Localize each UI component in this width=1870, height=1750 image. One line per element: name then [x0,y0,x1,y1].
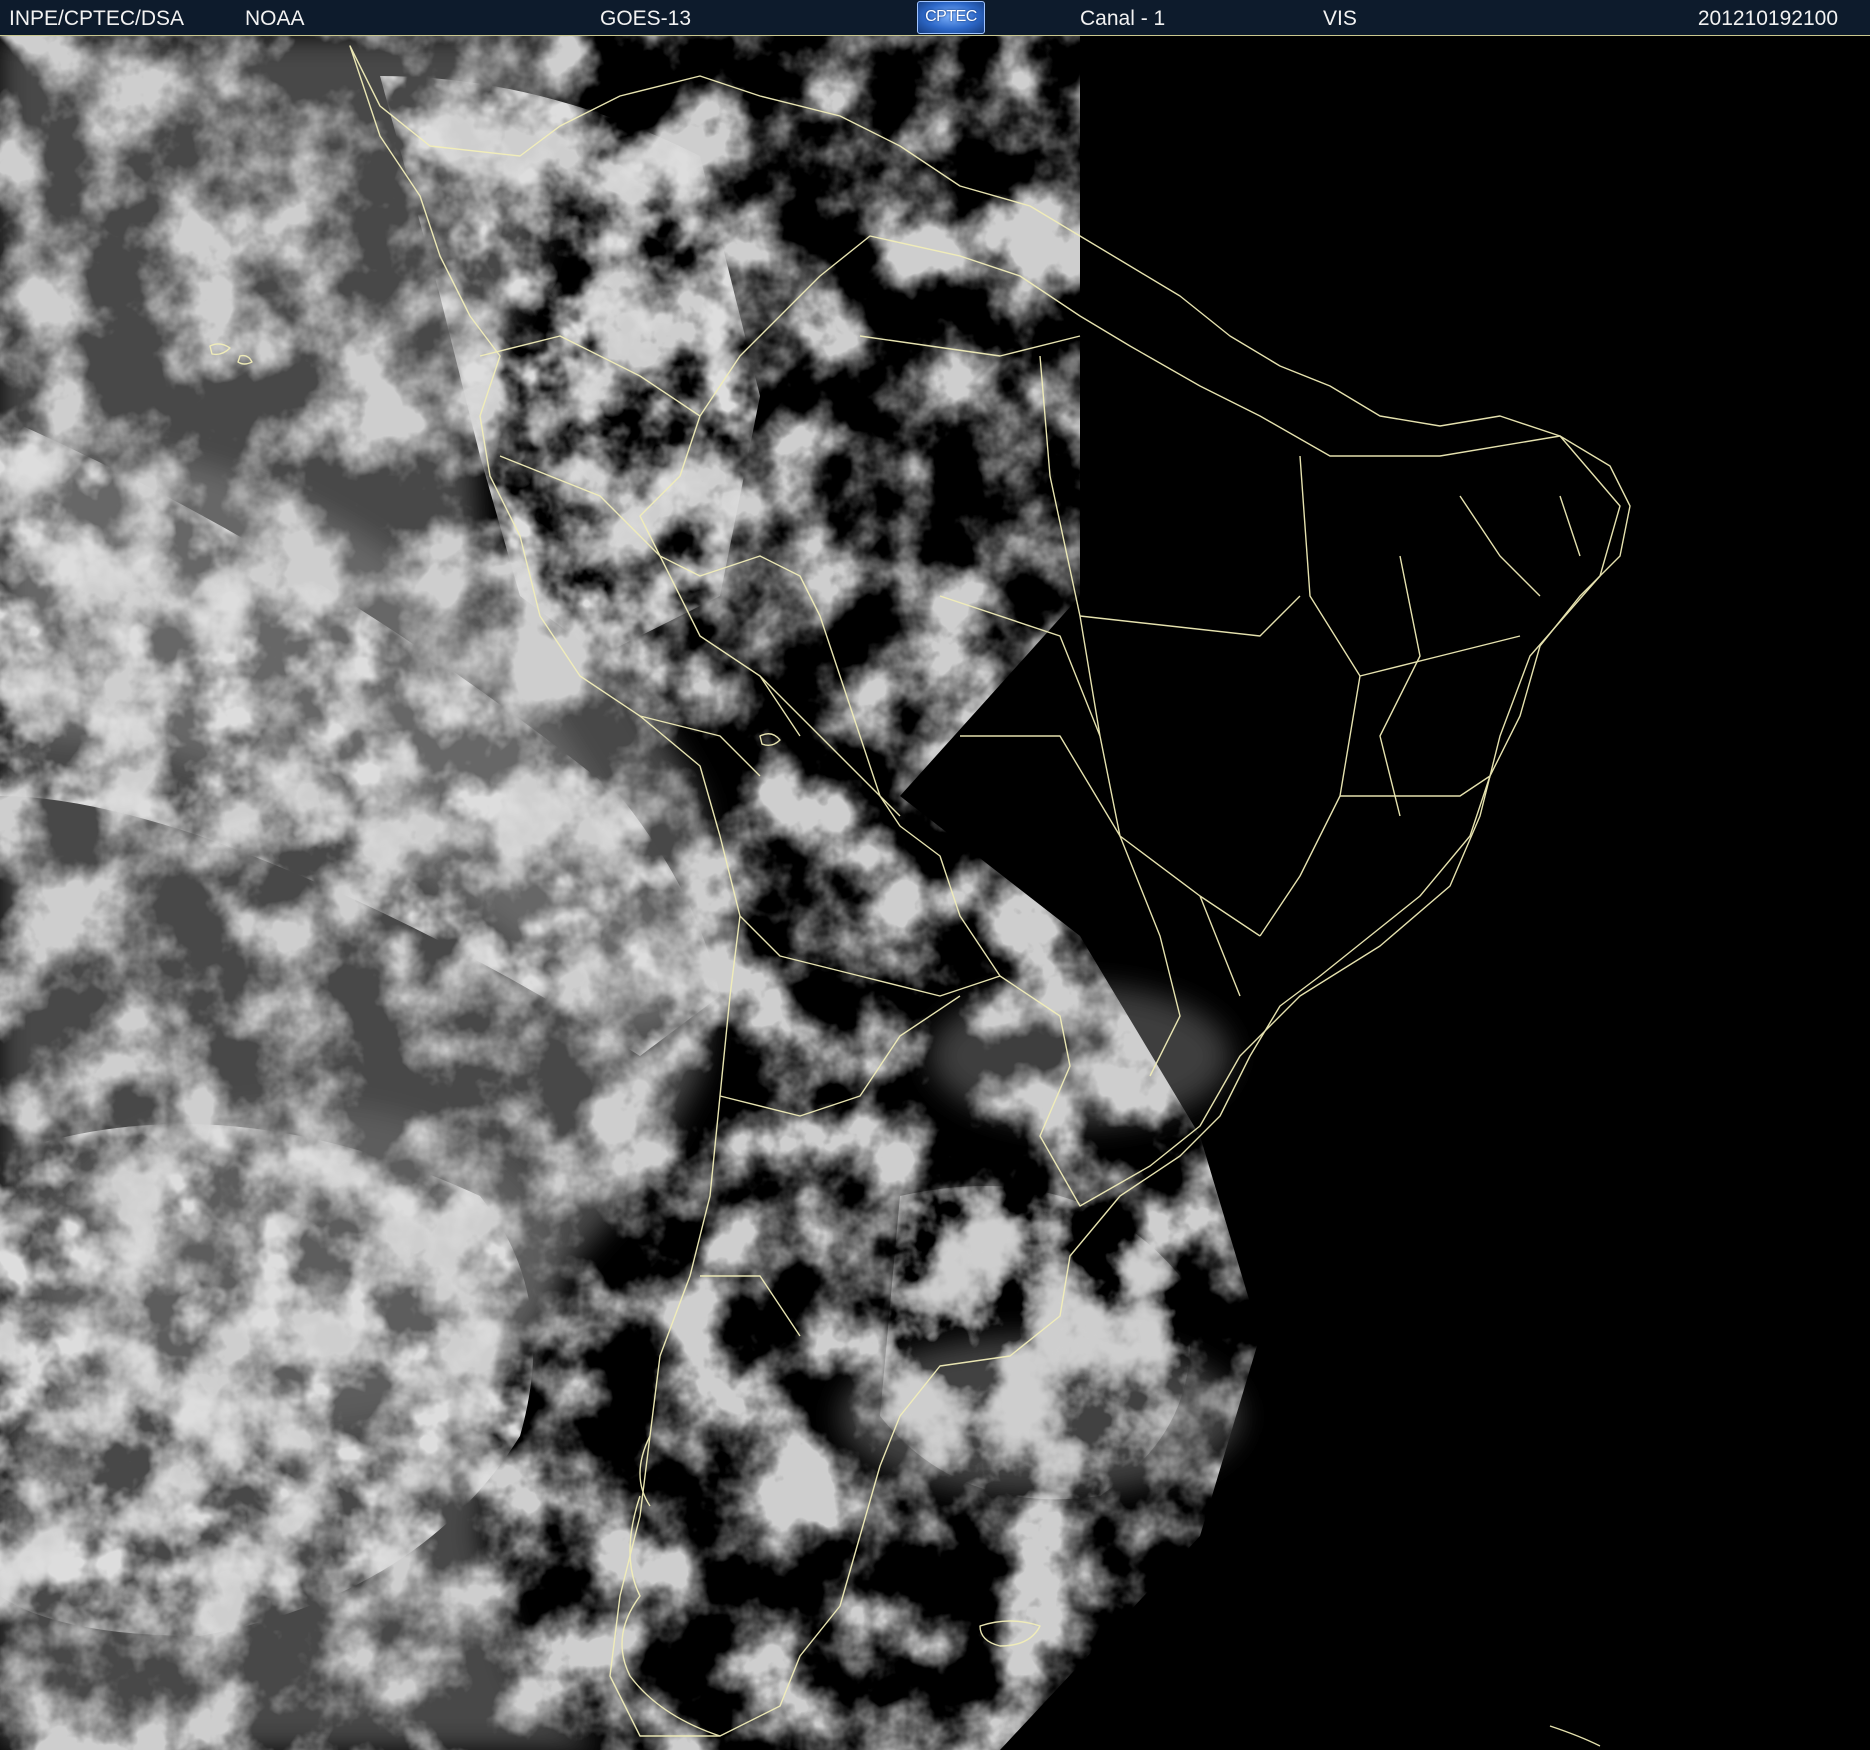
satellite-image [0,36,1870,1750]
cptec-logo: CPTEC [917,1,985,34]
timestamp-label: 201210192100 [1697,7,1838,30]
satellite-label: GOES-13 [600,7,692,30]
satellite-image-canvas [0,36,1870,1750]
band-label: VIS [1323,7,1357,30]
header-bar: INPE/CPTEC/DSA NOAA GOES-13 CPTEC Canal … [0,0,1870,36]
channel-label: Canal - 1 [1080,7,1166,30]
agency-label: NOAA [245,7,305,30]
organization-label: INPE/CPTEC/DSA [9,7,185,30]
logo-text: CPTEC [925,8,977,25]
